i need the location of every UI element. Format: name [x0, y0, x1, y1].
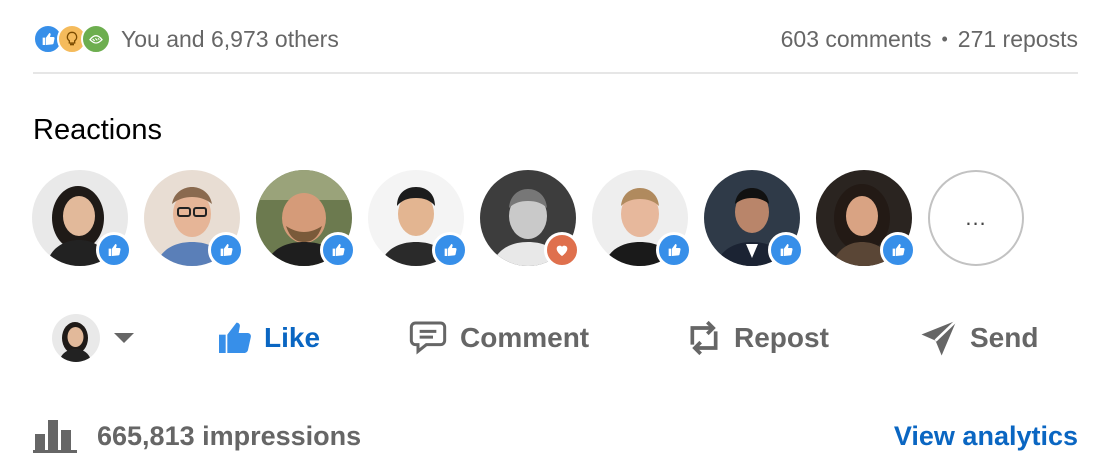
like-icon	[214, 318, 254, 358]
reactor-avatar[interactable]	[32, 170, 132, 268]
reactor-avatar[interactable]	[704, 170, 804, 268]
reaction-summary[interactable]: You and 6,973 others	[33, 24, 339, 54]
comment-label: Comment	[460, 322, 590, 353]
reactor-avatar[interactable]	[368, 170, 468, 268]
reactor-avatar[interactable]	[480, 170, 580, 268]
send-label: Send	[970, 322, 1039, 353]
repost-icon	[684, 316, 724, 360]
like-reaction-badge-icon	[96, 232, 132, 268]
like-reaction-badge-icon	[432, 232, 468, 268]
like-reaction-badge-icon	[656, 232, 692, 268]
reactor-avatar[interactable]	[816, 170, 916, 268]
repost-label: Repost	[734, 322, 829, 353]
impressions-stat[interactable]: 665,813 impressions	[33, 413, 361, 459]
reactor-avatar[interactable]	[256, 170, 356, 268]
like-label: Like	[264, 322, 321, 353]
view-analytics-link[interactable]: View analytics	[894, 413, 1078, 459]
like-button[interactable]: Like	[214, 305, 320, 371]
more-reactors-button[interactable]: ...	[928, 170, 1024, 266]
reactions-heading: Reactions	[33, 114, 162, 146]
separator-dot: •	[941, 28, 948, 49]
reactor-avatar-list: ...	[32, 170, 1024, 268]
love-reaction-badge-icon	[544, 232, 580, 268]
reposts-count-link[interactable]: 271 reposts	[958, 26, 1078, 53]
post-social-panel: You and 6,973 others 603 comments • 271 …	[0, 0, 1110, 470]
reactor-avatar[interactable]	[592, 170, 692, 268]
avatar	[52, 314, 100, 362]
impressions-count: 665,813 impressions	[97, 420, 362, 451]
send-button[interactable]: Send	[918, 305, 1038, 371]
like-reaction-badge-icon	[320, 232, 356, 268]
reaction-identity-selector[interactable]	[52, 305, 134, 371]
social-counts-row: You and 6,973 others 603 comments • 271 …	[33, 18, 1078, 60]
like-reaction-badge-icon	[768, 232, 804, 268]
comment-icon	[406, 318, 450, 358]
comment-button[interactable]: Comment	[406, 305, 589, 371]
post-action-bar: Like Comment Repost Send	[52, 305, 1052, 371]
reaction-icon-stack	[33, 24, 111, 54]
comments-count-link[interactable]: 603 comments	[781, 26, 932, 53]
support-icon	[81, 24, 111, 54]
like-reaction-badge-icon	[880, 232, 916, 268]
bar-chart-icon	[33, 418, 77, 454]
like-reaction-badge-icon	[208, 232, 244, 268]
chevron-down-icon	[114, 333, 134, 343]
divider	[33, 72, 1078, 74]
repost-button[interactable]: Repost	[684, 305, 829, 371]
reactor-avatar[interactable]	[144, 170, 244, 268]
send-icon	[918, 317, 960, 359]
engagement-counts: 603 comments • 271 reposts	[781, 26, 1078, 53]
reaction-summary-text: You and 6,973 others	[121, 25, 339, 52]
